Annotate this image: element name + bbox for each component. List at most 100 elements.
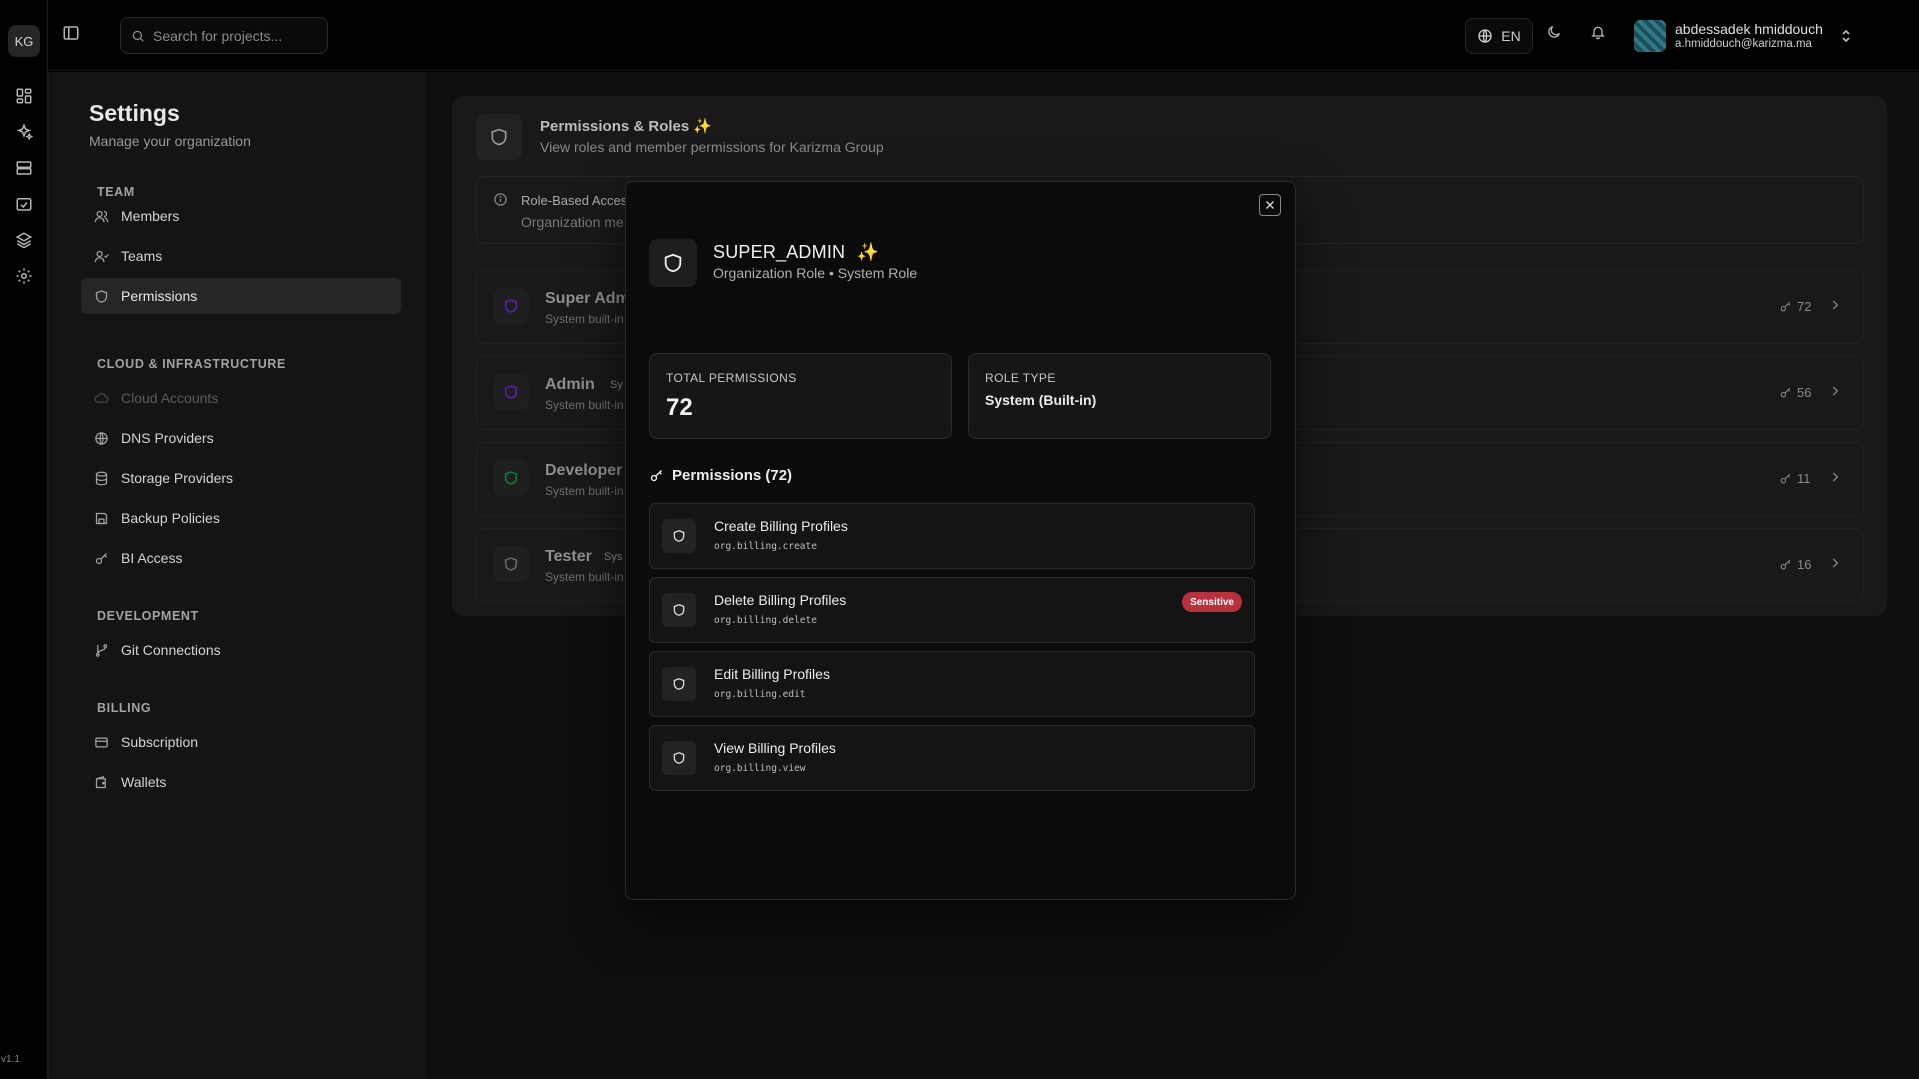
settings-sidebar: Settings Manage your organization TEAM M… <box>48 72 426 1079</box>
key-icon <box>649 468 664 483</box>
role-name: Tester <box>545 548 592 565</box>
user-group-icon <box>93 248 109 264</box>
permission-code: org.billing.delete <box>714 615 817 626</box>
sidebar-item-storage-providers[interactable]: Storage Providers <box>81 460 401 496</box>
key-icon <box>1779 300 1792 313</box>
credit-card-icon <box>93 734 109 750</box>
permission-name: Edit Billing Profiles <box>714 666 830 682</box>
role-desc: System built-in <box>545 398 624 412</box>
git-branch-icon <box>93 642 109 658</box>
server-icon[interactable] <box>12 156 36 180</box>
sidebar-item-backup-policies[interactable]: Backup Policies <box>81 500 401 536</box>
role-badge: Sy <box>610 379 623 391</box>
info-icon <box>493 192 508 207</box>
sidebar-item-cloud-accounts[interactable]: Cloud Accounts <box>81 380 401 416</box>
key-icon <box>1779 472 1792 485</box>
sidebar-item-subscription[interactable]: Subscription <box>81 724 401 760</box>
database-icon <box>93 470 109 486</box>
permission-name: Create Billing Profiles <box>714 518 848 534</box>
sidebar-item-permissions[interactable]: Permissions <box>81 278 401 314</box>
role-desc: System built-in <box>545 484 624 498</box>
card-subtitle: View roles and member permissions for Ka… <box>540 139 884 155</box>
permission-name: View Billing Profiles <box>714 740 836 756</box>
role-desc: System built-in <box>545 312 624 326</box>
shield-icon <box>493 460 529 496</box>
wallet-icon <box>93 774 109 790</box>
org-logo[interactable]: KG <box>8 25 40 57</box>
globe-icon <box>1477 28 1493 44</box>
key-icon <box>1779 386 1792 399</box>
sidebar-item-dns-providers[interactable]: DNS Providers <box>81 420 401 456</box>
role-badge: Sys <box>604 551 623 563</box>
info-text: Organization me <box>521 214 624 230</box>
sparkles-emoji: ✨ <box>856 242 880 262</box>
user-email: a.hmiddouch@karizma.ma <box>1675 38 1812 50</box>
shield-icon <box>476 114 522 160</box>
permission-code: org.billing.view <box>714 763 806 774</box>
users-icon <box>93 208 109 224</box>
card-title: Permissions & Roles ✨ <box>540 118 713 135</box>
stat-label: TOTAL PERMISSIONS <box>666 371 797 385</box>
permission-name: Delete Billing Profiles <box>714 592 847 608</box>
sidebar-item-teams[interactable]: Teams <box>81 238 401 274</box>
version-label: v1.1 <box>1 1054 20 1065</box>
sidebar-toggle-icon[interactable] <box>62 24 84 46</box>
folder-icon[interactable] <box>12 192 36 216</box>
page-subtitle: Manage your organization <box>89 133 251 149</box>
role-name: Developer <box>545 462 623 479</box>
info-title: Role-Based Acces <box>521 193 628 208</box>
sidebar-item-members[interactable]: Members <box>81 198 401 234</box>
role-permission-count: 72 <box>1779 299 1811 314</box>
section-label-development: DEVELOPMENT <box>97 609 199 623</box>
chevrons-up-down-icon <box>1840 28 1852 44</box>
role-name: Admin <box>545 376 595 393</box>
shield-icon <box>493 374 529 410</box>
sparkles-icon[interactable] <box>12 120 36 144</box>
close-button[interactable] <box>1259 194 1281 216</box>
sidebar-item-wallets[interactable]: Wallets <box>81 764 401 800</box>
permission-item: Create Billing Profiles org.billing.crea… <box>649 503 1255 569</box>
dialog-title: SUPER_ADMIN ✨ <box>713 242 880 262</box>
dialog-subtitle: Organization Role • System Role <box>713 265 918 281</box>
search-input[interactable] <box>153 27 313 44</box>
sidebar-item-bi-access[interactable]: BI Access <box>81 540 401 576</box>
stat-role-type: ROLE TYPE System (Built-in) <box>968 353 1271 439</box>
shield-icon <box>649 239 697 287</box>
gear-icon[interactable] <box>12 264 36 288</box>
sidebar-item-git-connections[interactable]: Git Connections <box>81 632 401 668</box>
page-title: Settings <box>89 100 180 126</box>
dashboard-icon[interactable] <box>12 84 36 108</box>
close-icon <box>1264 199 1276 211</box>
key-icon <box>93 550 109 566</box>
language-label: EN <box>1501 28 1521 44</box>
section-label-team: TEAM <box>97 185 135 199</box>
section-label-cloud: CLOUD & INFRASTRUCTURE <box>97 357 286 371</box>
layers-icon[interactable] <box>12 228 36 252</box>
permission-code: org.billing.edit <box>714 689 806 700</box>
user-menu[interactable]: abdessadek hmiddouch a.hmiddouch@karizma… <box>1634 18 1852 54</box>
chevron-right-icon <box>1828 298 1842 312</box>
role-desc: System built-in <box>545 570 624 584</box>
shield-icon <box>493 546 529 582</box>
sparkles-emoji: ✨ <box>693 118 713 135</box>
language-switcher[interactable]: EN <box>1465 18 1533 54</box>
bell-icon[interactable] <box>1590 24 1614 48</box>
stat-total-permissions: TOTAL PERMISSIONS 72 <box>649 353 952 439</box>
permission-item: Delete Billing Profiles org.billing.dele… <box>649 577 1255 643</box>
role-permission-count: 11 <box>1779 471 1811 486</box>
permissions-heading: Permissions (72) <box>649 467 792 484</box>
permission-item: View Billing Profiles org.billing.view <box>649 725 1255 791</box>
search-box[interactable] <box>120 17 328 54</box>
permission-code: org.billing.create <box>714 541 817 552</box>
icon-rail: KG v1.1 <box>0 0 48 1079</box>
chevron-right-icon <box>1828 556 1842 570</box>
role-name: Super Adm <box>545 290 630 307</box>
shield-icon <box>93 288 109 304</box>
stat-value: System (Built-in) <box>985 392 1097 408</box>
moon-icon[interactable] <box>1546 24 1570 48</box>
role-permission-count: 56 <box>1779 385 1811 400</box>
save-icon <box>93 510 109 526</box>
shield-icon <box>662 667 696 701</box>
permission-item: Edit Billing Profiles org.billing.edit <box>649 651 1255 717</box>
role-permission-count: 16 <box>1779 557 1811 572</box>
